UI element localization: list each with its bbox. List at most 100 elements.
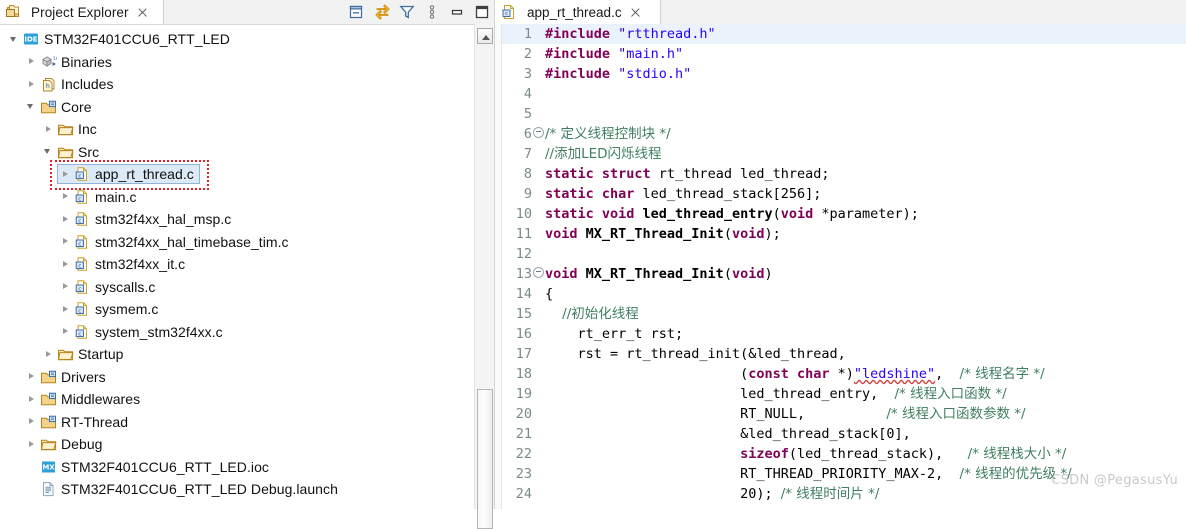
project-explorer-toolbar xyxy=(349,0,490,24)
close-icon[interactable] xyxy=(137,7,148,18)
code-line[interactable]: 13 void MX_RT_Thread_Init(void) xyxy=(502,264,1186,284)
collapse-all-icon[interactable] xyxy=(349,4,365,20)
code-line[interactable]: 20 RT_NULL, /* 线程入口函数参数 */ xyxy=(502,404,1186,424)
code-line[interactable]: 16 rt_err_t rst; xyxy=(502,324,1186,344)
tree-item[interactable]: STM32F401CCU6_RTT_LED Debug.launch xyxy=(0,478,474,501)
tab-app-rt-thread-c[interactable]: c app_rt_thread.c xyxy=(495,0,661,24)
chevron-right-icon[interactable] xyxy=(59,235,72,248)
chevron-right-icon[interactable] xyxy=(59,190,72,203)
editor-body[interactable]: 1 #include "rtthread.h" 2 #include "main.h"… xyxy=(495,24,1186,509)
line-number: 22 xyxy=(515,446,532,462)
tree-item[interactable]: Middlewares xyxy=(0,388,474,411)
ide-project-icon: IDE xyxy=(23,31,40,47)
chevron-down-icon[interactable] xyxy=(25,100,38,113)
fold-collapse-icon[interactable] xyxy=(532,124,545,144)
tree-item-label: sysmem.c xyxy=(95,301,159,318)
chevron-right-icon[interactable] xyxy=(42,123,55,136)
tree-item[interactable]: c system_stm32f4xx.c xyxy=(0,321,474,344)
chevron-right-icon[interactable] xyxy=(59,303,72,316)
code-text[interactable]: 1 #include "rtthread.h" 2 #include "main.h"… xyxy=(502,24,1186,509)
chevron-down-icon[interactable] xyxy=(8,33,21,46)
tree-item[interactable]: MX STM32F401CCU6_RTT_LED.ioc xyxy=(0,456,474,479)
code-token: led_thread_stack[256]; xyxy=(642,186,822,202)
code-line[interactable]: 5 xyxy=(502,104,1186,124)
code-line[interactable]: 1 #include "rtthread.h" xyxy=(502,24,1186,44)
view-menu-icon[interactable] xyxy=(424,4,440,20)
tree-item[interactable]: c stm32f4xx_hal_msp.c xyxy=(0,208,474,231)
chevron-right-icon[interactable] xyxy=(25,393,38,406)
scroll-up-icon[interactable] xyxy=(477,28,493,44)
code-line[interactable]: 14 { xyxy=(502,284,1186,304)
link-with-editor-icon[interactable] xyxy=(374,4,390,20)
code-line[interactable]: 21 &led_thread_stack[0], xyxy=(502,424,1186,444)
chevron-right-icon[interactable] xyxy=(25,438,38,451)
code-token: /* 线程入口函数参数 */ xyxy=(886,406,1026,422)
svg-text:h: h xyxy=(46,83,50,90)
chevron-right-icon[interactable] xyxy=(59,325,72,338)
chevron-right-icon[interactable] xyxy=(25,78,38,91)
tree-item[interactable]: IDE STM32F401CCU6_RTT_LED xyxy=(0,28,474,51)
code-line[interactable]: 17 rst = rt_thread_init(&led_thread, xyxy=(502,344,1186,364)
code-line[interactable]: 8 static struct rt_thread led_thread; xyxy=(502,164,1186,184)
line-number: 10 xyxy=(515,206,532,222)
folder-icon xyxy=(40,436,57,452)
minimize-icon[interactable] xyxy=(449,4,465,20)
code-token: rst = rt_thread_init(&led_thread, xyxy=(545,346,846,362)
svg-text:c: c xyxy=(78,264,81,270)
tree-item[interactable]: c stm32f4xx_it.c xyxy=(0,253,474,276)
code-line[interactable]: 7 //添加LED闪烁线程 xyxy=(502,144,1186,164)
tree-item[interactable]: c stm32f4xx_hal_timebase_tim.c xyxy=(0,231,474,254)
tree-item[interactable]: c syscalls.c xyxy=(0,276,474,299)
chevron-right-icon[interactable] xyxy=(25,55,38,68)
code-line[interactable]: 15 //初始化线程 xyxy=(502,304,1186,324)
tree-item-label: main.c xyxy=(95,188,137,205)
code-line[interactable]: 2 #include "main.h" xyxy=(502,44,1186,64)
code-token: (led_thread_stack), xyxy=(788,446,968,462)
chevron-right-icon[interactable] xyxy=(25,370,38,383)
project-tree[interactable]: IDE STM32F401CCU6_RTT_LED 10 Binaries h Inclu… xyxy=(0,24,474,509)
code-token: static char xyxy=(545,186,643,202)
tree-item[interactable]: Core xyxy=(0,96,474,119)
code-line[interactable]: 3 #include "stdio.h" xyxy=(502,64,1186,84)
tree-item[interactable]: Inc xyxy=(0,118,474,141)
folding-strip[interactable] xyxy=(495,24,502,509)
chevron-down-icon[interactable] xyxy=(42,145,55,158)
chevron-right-icon[interactable] xyxy=(59,280,72,293)
project-explorer-view: Project Explorer IDE STM32F401CCU6_RTT_L… xyxy=(0,0,495,529)
tree-item[interactable]: c sysmem.c xyxy=(0,298,474,321)
code-line[interactable]: 22 sizeof(led_thread_stack), /* 线程栈大小 */ xyxy=(502,444,1186,464)
line-number: 14 xyxy=(515,286,532,302)
code-token: static void xyxy=(545,206,643,222)
code-token: rt_err_t rst; xyxy=(545,326,684,342)
code-token: { xyxy=(545,286,554,302)
code-line[interactable]: 19 led_thread_entry, /* 线程入口函数 */ xyxy=(502,384,1186,404)
code-line[interactable]: 6 /* 定义线程控制块 */ xyxy=(502,124,1186,144)
code-line[interactable]: 10 static void led_thread_entry(void *par… xyxy=(502,204,1186,224)
code-token: /* 线程入口函数 */ xyxy=(894,386,1007,402)
fold-collapse-icon[interactable] xyxy=(532,264,545,284)
filter-icon[interactable] xyxy=(399,4,415,20)
tree-item[interactable]: Startup xyxy=(0,343,474,366)
scrollbar-thumb[interactable] xyxy=(477,389,493,529)
tree-item[interactable]: 10 Binaries xyxy=(0,51,474,74)
project-tree-scrollbar[interactable] xyxy=(474,24,494,529)
editor-tab-label: app_rt_thread.c xyxy=(527,4,622,20)
close-icon[interactable] xyxy=(630,7,641,18)
tree-item[interactable]: Debug xyxy=(0,433,474,456)
code-line[interactable]: 4 xyxy=(502,84,1186,104)
chevron-right-icon[interactable] xyxy=(59,213,72,226)
code-line[interactable]: 12 xyxy=(502,244,1186,264)
chevron-right-icon[interactable] xyxy=(25,415,38,428)
chevron-right-icon[interactable] xyxy=(59,258,72,271)
tree-item[interactable]: Drivers xyxy=(0,366,474,389)
tree-item-label: Debug xyxy=(61,436,103,453)
code-line[interactable]: 11 void MX_RT_Thread_Init(void); xyxy=(502,224,1186,244)
tree-item[interactable]: RT-Thread xyxy=(0,411,474,434)
chevron-right-icon[interactable] xyxy=(42,348,55,361)
tree-item[interactable]: h Includes xyxy=(0,73,474,96)
folder-icon xyxy=(57,144,74,160)
code-line[interactable]: 18 (const char *)"ledshine", /* 线程名字 */ xyxy=(502,364,1186,384)
tab-project-explorer[interactable]: Project Explorer xyxy=(0,0,164,24)
maximize-icon[interactable] xyxy=(474,4,490,20)
code-line[interactable]: 9 static char led_thread_stack[256]; xyxy=(502,184,1186,204)
